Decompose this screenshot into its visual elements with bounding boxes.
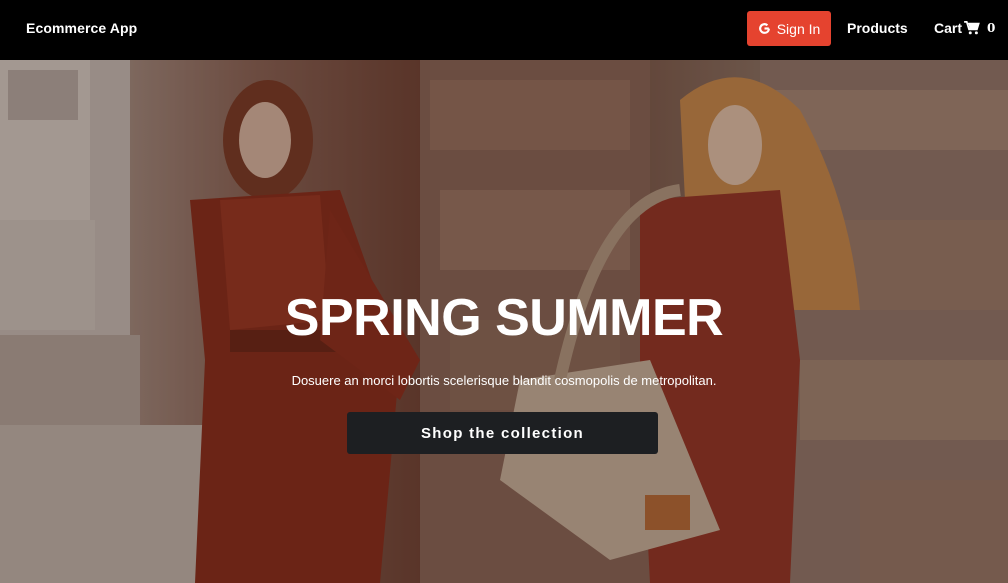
google-icon: [758, 23, 770, 34]
nav-cart-link[interactable]: Cart 0: [934, 20, 995, 36]
sign-in-button[interactable]: Sign In: [747, 11, 831, 46]
cart-count-badge: 0: [987, 21, 996, 35]
hero-subtitle: Dosuere an morci lobortis scelerisque bl…: [291, 373, 717, 388]
cart-icon: [964, 21, 980, 35]
navbar: Ecommerce App Sign In Products Cart 0: [0, 0, 1008, 60]
hero-banner: SPRING SUMMER Dosuere an morci lobortis …: [0, 60, 1008, 583]
sign-in-label: Sign In: [776, 20, 821, 37]
nav-products-link[interactable]: Products: [847, 20, 908, 36]
cart-label: Cart: [934, 20, 963, 36]
brand-logo[interactable]: Ecommerce App: [26, 20, 137, 36]
shop-collection-button[interactable]: Shop the collection: [347, 412, 658, 454]
hero-title: SPRING SUMMER: [284, 289, 724, 347]
